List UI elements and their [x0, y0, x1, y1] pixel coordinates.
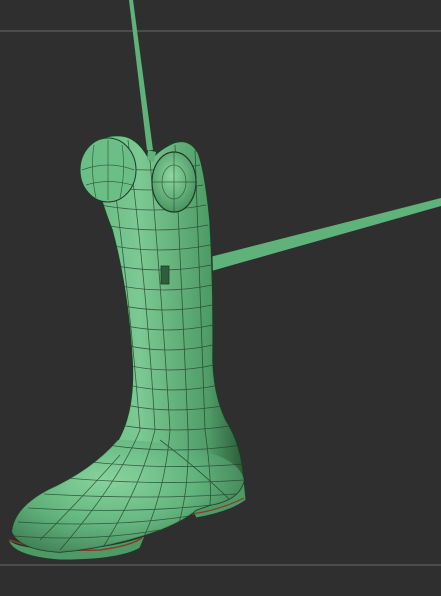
viewport-canvas[interactable]	[0, 0, 441, 596]
boot-mesh[interactable]	[7, 134, 247, 561]
3d-viewport[interactable]	[0, 0, 441, 596]
boot-foot	[12, 440, 244, 552]
gizmo-horizontal-axis[interactable]	[206, 198, 441, 272]
gizmo-vertical-axis[interactable]	[129, 0, 153, 150]
boot-slot	[160, 265, 170, 285]
